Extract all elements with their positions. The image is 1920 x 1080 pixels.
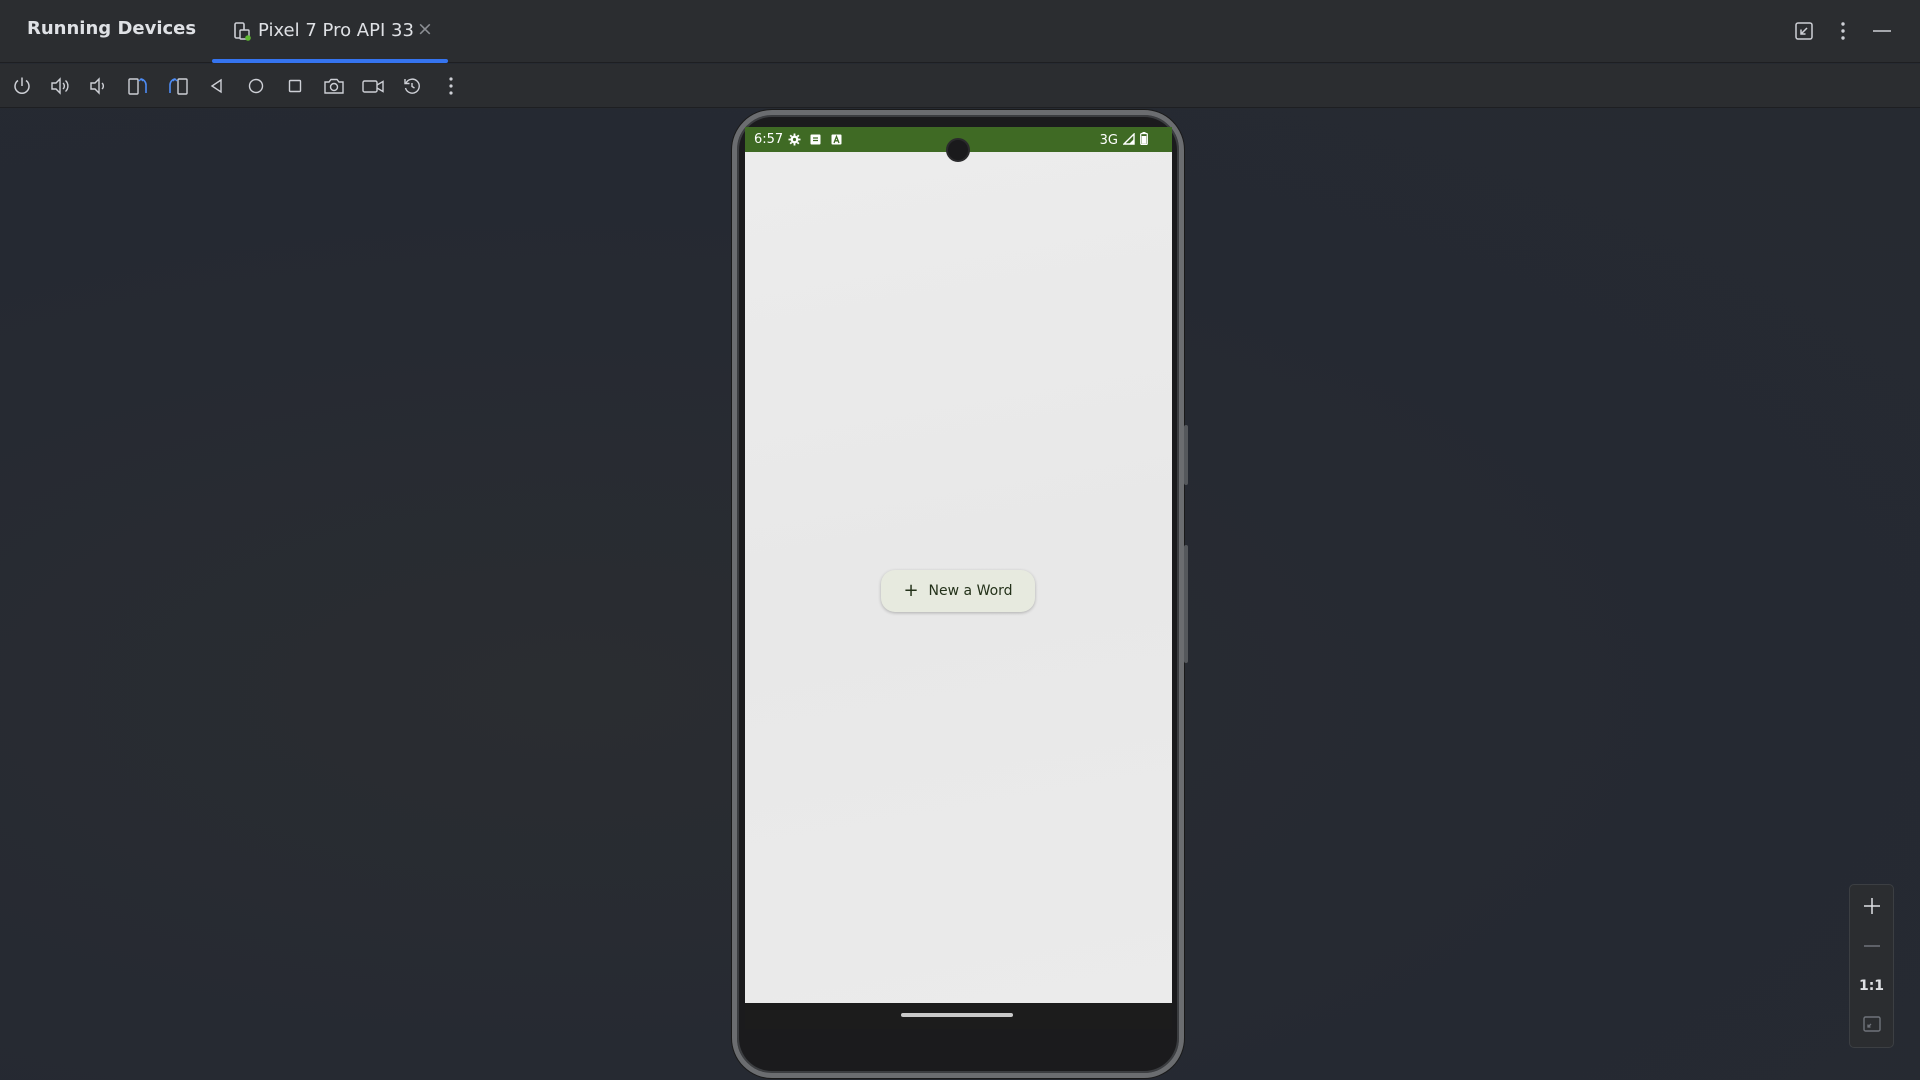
keyboard-icon [830, 133, 843, 150]
phone-volume-button [1184, 545, 1188, 663]
volume-down-icon[interactable] [86, 74, 110, 98]
actual-size-button[interactable]: 1:1 [1850, 967, 1893, 1005]
signal-icon [1122, 131, 1135, 149]
volume-up-icon[interactable] [48, 74, 72, 98]
device-mirror-icon [232, 21, 252, 45]
zoom-controls: 1:1 [1849, 884, 1894, 1048]
power-icon[interactable] [10, 74, 34, 98]
restore-icon[interactable] [1793, 20, 1815, 46]
screen-record-icon[interactable] [361, 74, 385, 98]
close-tab-icon[interactable]: × [417, 19, 433, 39]
app-content[interactable]: + New a Word [745, 152, 1172, 1003]
tab-label: Pixel 7 Pro API 33 [258, 20, 414, 41]
minimize-icon[interactable] [1871, 20, 1893, 46]
screenshot-icon[interactable] [322, 74, 346, 98]
zoom-out-button[interactable] [1850, 927, 1893, 965]
zoom-out-icon [1863, 945, 1880, 947]
phone-power-button [1184, 425, 1188, 485]
add-icon: + [903, 580, 919, 601]
battery-icon [1140, 132, 1148, 149]
device-screen[interactable]: 6:57 3G + New a Word [745, 127, 1172, 1029]
network-type: 3G [1099, 133, 1118, 148]
more-actions-icon[interactable] [439, 74, 463, 98]
running-devices-titlebar: Running Devices Pixel 7 Pro API 33 × [0, 0, 1920, 63]
active-tab-indicator [212, 59, 448, 63]
new-word-button[interactable]: + New a Word [881, 570, 1035, 612]
sim-icon [809, 133, 822, 150]
panel-title: Running Devices [27, 18, 197, 39]
gesture-nav-bar [745, 1003, 1172, 1029]
tab-pixel-7-pro[interactable]: Pixel 7 Pro API 33 × [212, 0, 448, 63]
more-options-icon[interactable] [1832, 20, 1854, 46]
new-word-label: New a Word [928, 583, 1013, 599]
fit-screen-button[interactable] [1850, 1005, 1893, 1043]
front-camera [946, 138, 970, 162]
back-icon[interactable] [205, 74, 229, 98]
status-time: 6:57 [754, 132, 784, 147]
rotate-left-icon[interactable] [126, 74, 150, 98]
device-toolbar [0, 64, 1920, 108]
overview-icon[interactable] [283, 74, 307, 98]
zoom-in-icon [1863, 898, 1880, 914]
home-indicator[interactable] [901, 1013, 1013, 1017]
home-icon[interactable] [244, 74, 268, 98]
reset-icon[interactable] [400, 74, 424, 98]
fit-screen-icon [1862, 1016, 1881, 1032]
rotate-right-icon[interactable] [166, 74, 190, 98]
zoom-in-button[interactable] [1850, 887, 1893, 925]
settings-icon [788, 133, 801, 150]
